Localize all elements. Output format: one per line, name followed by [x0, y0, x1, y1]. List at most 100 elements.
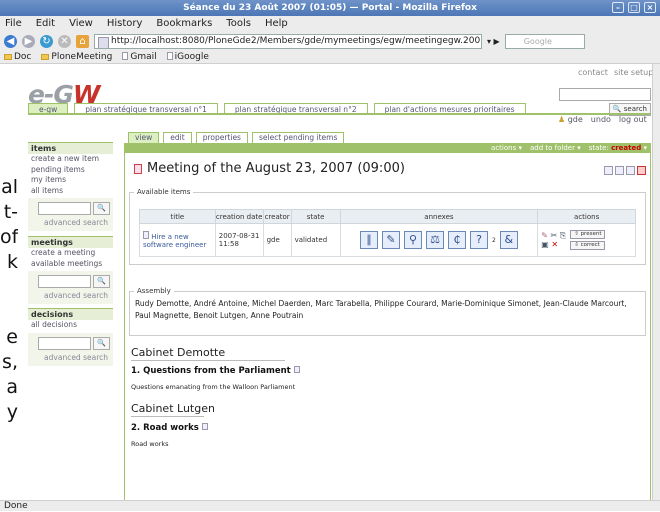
add-to-folder-menu[interactable]: add to folder ▾: [530, 143, 581, 153]
stop-icon[interactable]: ✕: [58, 35, 71, 48]
search-icon[interactable]: 🔍: [93, 202, 110, 215]
portlet-title: items: [28, 142, 113, 154]
forward-icon[interactable]: ▶: [22, 35, 35, 48]
tab-view[interactable]: view: [128, 132, 160, 143]
email-icon[interactable]: [604, 166, 613, 175]
all-items-link[interactable]: all items: [28, 186, 113, 197]
present-button[interactable]: ⇧ present: [570, 230, 606, 239]
menu-file[interactable]: File: [5, 16, 22, 32]
search-placeholder: Google: [523, 37, 552, 46]
search-icon[interactable]: 🔍: [93, 336, 110, 350]
bookmark-igoogle[interactable]: iGoogle: [166, 51, 209, 63]
document-actions: [604, 166, 646, 175]
delete-icon[interactable]: ✕: [551, 240, 558, 249]
window-titlebar: Séance du 23 Août 2007 (01:05) — Portal …: [0, 0, 660, 16]
actions-cell: ✎ ✂ ⎘ ▣ ✕ ⇧ present ⇩ correct: [537, 223, 636, 257]
pdf-icon[interactable]: [637, 166, 646, 175]
menu-edit[interactable]: Edit: [36, 16, 55, 32]
maximize-icon[interactable]: □: [628, 2, 640, 13]
pen-icon[interactable]: ✎: [382, 231, 400, 249]
reload-icon[interactable]: ↻: [40, 35, 53, 48]
meeting-icon: [134, 163, 142, 174]
create-item-link[interactable]: create a new item: [28, 154, 113, 165]
logout-link[interactable]: log out: [619, 115, 647, 124]
item-title-link[interactable]: Hire a new software engineer: [143, 233, 206, 249]
state-label: state:: [588, 144, 609, 152]
available-meetings-link[interactable]: available meetings: [28, 259, 113, 270]
menu-help[interactable]: Help: [265, 16, 288, 32]
portlet-title: decisions: [28, 308, 113, 320]
bg-letter: t-: [3, 201, 18, 223]
bookmark-plonemeeting[interactable]: PloneMeeting: [41, 51, 112, 63]
correct-button[interactable]: ⇩ correct: [570, 241, 606, 250]
back-icon[interactable]: ◀: [4, 35, 17, 48]
question-icon[interactable]: ?: [470, 231, 488, 249]
undo-link[interactable]: undo: [591, 115, 611, 124]
edit-icon[interactable]: ✎: [541, 231, 548, 240]
items-search-input[interactable]: [38, 202, 92, 215]
navigation-toolbar: ◀ ▶ ↻ ✕ ⌂ http://localhost:8080/PloneGde…: [0, 32, 660, 51]
creator-cell: gde: [262, 223, 292, 257]
all-decisions-link[interactable]: all decisions: [28, 320, 113, 331]
add-label: add to folder: [530, 144, 575, 152]
pending-items-link[interactable]: pending items: [28, 165, 113, 176]
home-icon[interactable]: ⌂: [76, 35, 89, 48]
search-icon[interactable]: 🔍: [93, 275, 110, 288]
bg-letter: s,: [2, 351, 18, 373]
scales-icon[interactable]: ⚖: [426, 231, 444, 249]
paperclip-icon[interactable]: ∥: [360, 231, 378, 249]
copy-icon[interactable]: ⎘: [560, 231, 566, 240]
state-cell: validated: [290, 223, 341, 257]
money-bag-icon[interactable]: ₵: [448, 231, 466, 249]
item-description: Road works: [131, 440, 169, 448]
create-meeting-link[interactable]: create a meeting: [28, 248, 113, 259]
portlet-search: 🔍 advanced search: [28, 271, 113, 304]
url-bar[interactable]: http://localhost:8080/PloneGde2/Members/…: [94, 34, 482, 49]
minimize-icon[interactable]: –: [612, 2, 624, 13]
site-search-input[interactable]: [559, 88, 651, 101]
menu-history[interactable]: History: [107, 16, 143, 32]
save-icon[interactable]: ▣: [541, 240, 549, 249]
advanced-search-link[interactable]: advanced search: [31, 353, 110, 362]
my-items-link[interactable]: my items: [28, 175, 113, 186]
item-doc-icon[interactable]: [201, 423, 208, 430]
tab-select-pending-items[interactable]: select pending items: [251, 132, 345, 143]
advanced-search-link[interactable]: advanced search: [31, 218, 110, 227]
bookmark-label: iGoogle: [174, 52, 209, 62]
scrollbar[interactable]: [652, 64, 660, 500]
item-heading-text: 2. Road works: [131, 423, 199, 433]
tab-edit[interactable]: edit: [163, 132, 192, 143]
decisions-search-input[interactable]: [38, 336, 92, 350]
advanced-search-link[interactable]: advanced search: [31, 291, 110, 300]
cut-icon[interactable]: ✂: [551, 231, 558, 240]
folder-icon: [41, 54, 50, 60]
user-link[interactable]: ♟ gde: [558, 115, 583, 124]
ampersand-icon[interactable]: &: [499, 231, 518, 249]
content-action-bar: actions ▾ add to folder ▾ state: created…: [124, 143, 651, 153]
search-input[interactable]: Google: [504, 34, 585, 49]
items-table: title creation date creator state annexe…: [139, 209, 636, 257]
col-title: title: [139, 209, 216, 224]
magnifier-icon[interactable]: ⚲: [404, 231, 422, 249]
print-icon[interactable]: [615, 166, 624, 175]
bookmark-label: Doc: [14, 52, 32, 62]
send-icon[interactable]: [626, 166, 635, 175]
menu-tools[interactable]: Tools: [226, 16, 251, 32]
close-icon[interactable]: ×: [644, 2, 656, 13]
state-menu[interactable]: state: created ▾: [589, 143, 647, 153]
menu-view[interactable]: View: [69, 16, 93, 32]
actions-menu[interactable]: actions ▾: [491, 143, 522, 153]
bookmark-doc[interactable]: Doc: [4, 51, 31, 63]
item-icon: [143, 231, 149, 239]
bg-letter: k: [6, 251, 18, 273]
tab-properties[interactable]: properties: [195, 132, 248, 143]
go-icon[interactable]: ▾ ▶: [487, 37, 500, 46]
menu-bookmarks[interactable]: Bookmarks: [156, 16, 212, 32]
portlet-items: items create a new item pending items my…: [28, 142, 113, 231]
portlet-search: 🔍 advanced search: [28, 332, 113, 366]
bookmark-gmail[interactable]: Gmail: [122, 51, 157, 63]
contact-link[interactable]: contact: [578, 68, 608, 77]
site-setup-link[interactable]: site setup: [614, 68, 653, 77]
item-doc-icon[interactable]: [293, 366, 300, 373]
meetings-search-input[interactable]: [38, 275, 92, 288]
